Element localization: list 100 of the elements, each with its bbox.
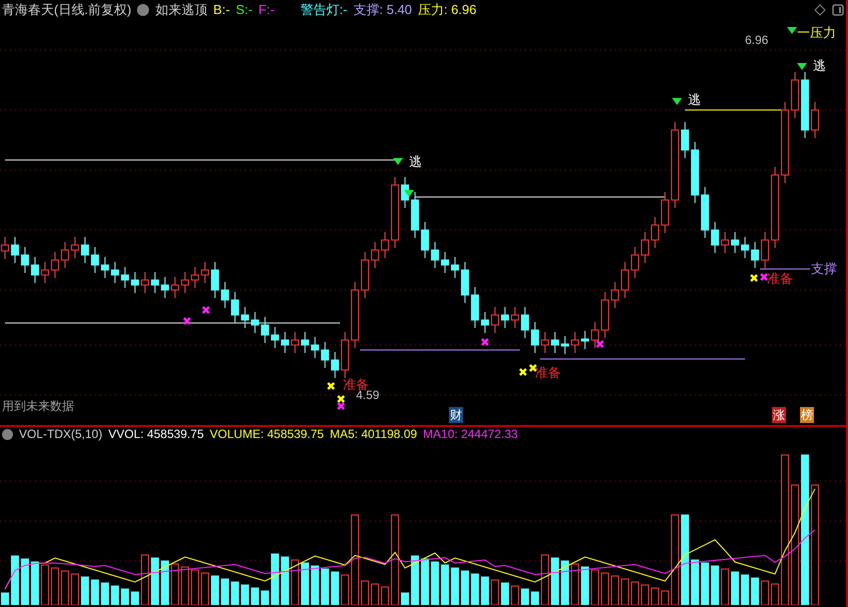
candlestick [241, 306, 249, 328]
indicator-name: 如来逃顶 [155, 1, 208, 20]
candlestick [321, 342, 329, 368]
candlestick [61, 242, 69, 268]
chart-badge: 榜 [800, 407, 814, 423]
candlestick [41, 262, 49, 284]
candlestick [691, 142, 699, 204]
sell-signal: S:- [236, 1, 253, 20]
candlestick [591, 322, 599, 348]
volume-bar [561, 560, 569, 605]
volume-bar [271, 554, 279, 605]
volume-bar [281, 556, 289, 605]
chart-annotation: 准备 [535, 365, 561, 380]
volume-bar [531, 592, 539, 605]
chart-annotation: 6.96 [745, 33, 768, 47]
volume-bar [161, 560, 169, 605]
candlestick [541, 332, 549, 354]
note-text: 用到未来数据 [2, 399, 74, 413]
volume-bar [421, 558, 429, 605]
down-arrow-icon [393, 158, 403, 165]
candlestick [431, 242, 439, 268]
dropdown-icon[interactable] [2, 428, 13, 440]
cross-mark-icon [202, 306, 210, 314]
window-icon[interactable] [832, 4, 844, 16]
candlestick [701, 186, 709, 238]
chart-annotation: 逃 [409, 154, 422, 169]
volume-bar [121, 588, 129, 605]
cross-mark-icon [182, 316, 192, 326]
volume-bar [211, 576, 219, 605]
volume-bar [241, 584, 249, 605]
candlestick [151, 272, 159, 294]
down-arrow-icon [787, 27, 797, 34]
candlestick [661, 192, 669, 234]
candlestick [331, 352, 339, 378]
volume-bar [311, 566, 319, 605]
volume-bar [521, 588, 529, 605]
candlestick [161, 276, 169, 298]
cross-mark-icon [326, 382, 336, 390]
candlestick [201, 262, 209, 284]
candlestick [641, 232, 649, 264]
candlestick [361, 252, 369, 298]
candlestick [621, 262, 629, 298]
volume-bar [11, 556, 19, 605]
candlestick [801, 72, 809, 138]
candlestick [441, 252, 449, 274]
dropdown-icon[interactable] [137, 4, 150, 16]
candlestick [531, 322, 539, 354]
candlestick [171, 276, 179, 298]
candlestick [651, 216, 659, 248]
support-value: 支撑: 5.40 [353, 1, 412, 20]
cross-mark-icon [528, 364, 538, 372]
down-arrow-icon [672, 98, 682, 105]
volume-bar [301, 562, 309, 605]
candlestick [791, 72, 799, 118]
cross-mark-icon [518, 368, 528, 376]
candlestick [711, 222, 719, 254]
candlestick [561, 336, 569, 354]
chart-badge: 财 [449, 407, 463, 423]
volume-bar [101, 582, 109, 605]
volume-bar [451, 568, 459, 605]
volume-bar [261, 590, 269, 605]
cross-mark-icon [480, 338, 490, 346]
candlestick [411, 192, 419, 238]
candlestick [481, 312, 489, 334]
candlestick [451, 256, 459, 278]
candlestick [811, 102, 819, 138]
volume-bar [481, 576, 489, 605]
candlestick [681, 122, 689, 158]
volume-bar [221, 578, 229, 605]
down-arrow-icon [797, 63, 807, 70]
candlestick [601, 292, 609, 338]
buy-signal: B:- [213, 1, 230, 20]
candlestick [111, 262, 119, 284]
warning-light: 警告灯:- [300, 1, 348, 20]
candlestick [491, 306, 499, 334]
candlestick [231, 292, 239, 324]
candlestick [311, 336, 319, 358]
diamond-icon[interactable] [814, 4, 826, 16]
volume-bar [711, 566, 719, 605]
chart-annotation: 一压力 [797, 25, 836, 40]
candlestick [551, 332, 559, 354]
candlestick [281, 332, 289, 354]
volume-bar [131, 592, 139, 605]
candlestick [421, 222, 429, 258]
candlestick [631, 246, 639, 278]
candlestick [121, 266, 129, 288]
volume-bar [751, 578, 759, 605]
chart-badge: 涨 [772, 407, 786, 423]
candlestick [31, 256, 39, 284]
volume-bar [1, 592, 9, 605]
volume-bar [441, 564, 449, 605]
candlestick [191, 266, 199, 288]
candlestick [741, 236, 749, 258]
volume-bar [91, 580, 99, 605]
candlestick [141, 272, 149, 294]
candlestick [251, 312, 259, 334]
volume-bar [471, 574, 479, 605]
pressure-value: 压力: 6.96 [418, 1, 476, 20]
volume-bar [21, 558, 29, 605]
candlestick [301, 332, 309, 354]
